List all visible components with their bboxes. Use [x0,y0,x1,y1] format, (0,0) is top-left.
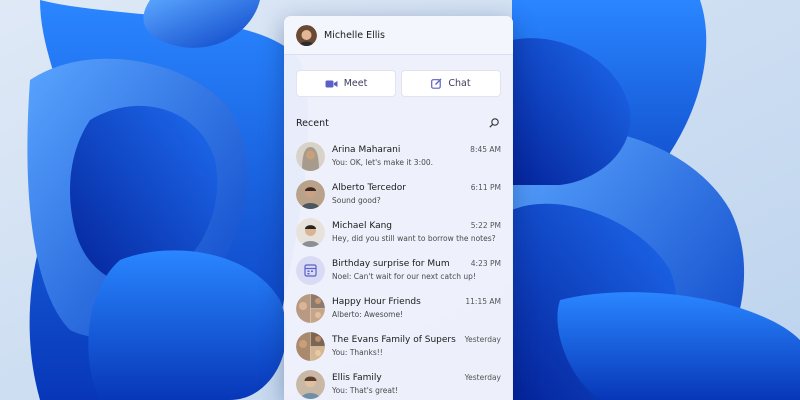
conversation-name: Ellis Family [332,373,382,383]
video-camera-icon [325,80,338,87]
search-icon [489,118,499,128]
flyout-header: Michelle Ellis [284,16,513,55]
conversation-name: Happy Hour Friends [332,297,421,307]
group-photo-avatar [296,293,325,323]
conversation-item[interactable]: Arina Maharani 8:45 AM You: OK, let's ma… [284,137,513,175]
conversation-time: Yesterday [464,335,501,344]
meet-button[interactable]: Meet [296,70,396,97]
conversation-body: Ellis Family Yesterday You: That's great… [332,373,501,395]
conversation-name: Michael Kang [332,221,393,231]
conversation-preview: Sound good? [332,196,381,205]
conversation-list: Arina Maharani 8:45 AM You: OK, let's ma… [284,137,513,400]
conversation-preview: Hey, did you still want to borrow the no… [332,234,496,243]
conversation-body: Alberto Tercedor 6:11 PM Sound good? [332,183,501,205]
group-photo-avatar [296,331,325,361]
meet-button-label: Meet [343,78,368,89]
conversation-time: 6:11 PM [470,183,501,192]
conversation-preview: You: OK, let's make it 3:00. [332,158,434,167]
conversation-item[interactable]: Happy Hour Friends 11:15 AM Alberto: Awe… [284,289,513,327]
conversation-time: 8:45 AM [470,145,501,154]
user-avatar[interactable] [296,24,317,46]
user-name: Michelle Ellis [324,29,385,41]
chat-button[interactable]: Chat [401,70,501,97]
contact-avatar [296,179,325,209]
conversation-body: Happy Hour Friends 11:15 AM Alberto: Awe… [332,297,501,319]
conversation-item[interactable]: Birthday surprise for Mum 4:23 PM Noel: … [284,251,513,289]
chat-button-label: Chat [448,78,471,89]
conversation-name: Birthday surprise for Mum [332,259,450,269]
conversation-name: Alberto Tercedor [332,183,406,193]
conversation-time: Yesterday [464,373,501,382]
conversation-preview: You: Thanks!! [332,348,383,357]
conversation-preview: You: That's great! [332,386,398,395]
conversation-item[interactable]: Alberto Tercedor 6:11 PM Sound good? [284,175,513,213]
group-avatar [296,369,325,399]
chat-flyout: Michelle Ellis Meet Chat Recent Arina Ma… [284,16,513,400]
contact-avatar [296,217,325,247]
conversation-time: 4:23 PM [470,259,501,268]
compose-icon [431,78,442,89]
conversation-item[interactable]: Michael Kang 5:22 PM Hey, did you still … [284,213,513,251]
conversation-item[interactable]: The Evans Family of Supers Yesterday You… [284,327,513,365]
conversation-time: 11:15 AM [465,297,501,306]
conversation-body: Arina Maharani 8:45 AM You: OK, let's ma… [332,145,501,167]
conversation-body: The Evans Family of Supers Yesterday You… [332,335,501,357]
contact-avatar [296,141,325,171]
desktop: Michelle Ellis Meet Chat Recent Arina Ma… [0,0,800,400]
conversation-name: Arina Maharani [332,145,401,155]
conversation-body: Birthday surprise for Mum 4:23 PM Noel: … [332,259,501,281]
conversation-preview: Noel: Can't wait for our next catch up! [332,272,476,281]
group-calendar-avatar [296,255,325,285]
conversation-name: The Evans Family of Supers [332,335,456,345]
conversation-item[interactable]: Ellis Family Yesterday You: That's great… [284,365,513,400]
recent-search-button[interactable] [489,118,499,128]
recent-header: Recent [284,113,513,133]
conversation-time: 5:22 PM [470,221,501,230]
recent-label: Recent [296,117,329,129]
action-row: Meet Chat [284,55,513,97]
conversation-body: Michael Kang 5:22 PM Hey, did you still … [332,221,501,243]
conversation-preview: Alberto: Awesome! [332,310,404,319]
